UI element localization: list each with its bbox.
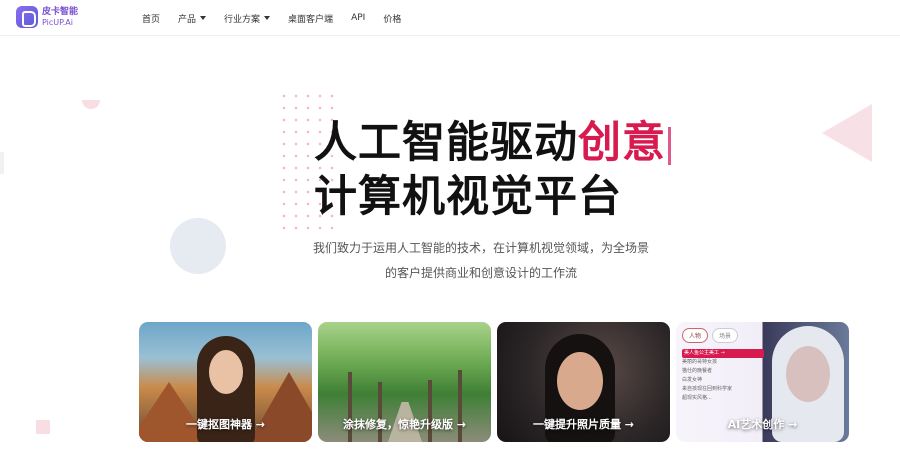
card-ai-art[interactable]: 人物 场景 美人鱼公主美工 → 美丽的哥特女孩 猫仕的晚餐者 白发女神 来自孩现… — [676, 322, 849, 442]
main-nav: 首页 产品 行业方案 桌面客户端 API 价格 — [142, 0, 419, 36]
prompt-item: 白发女神 — [682, 377, 703, 383]
nav-item-api[interactable]: API — [351, 13, 365, 23]
hero-subtitle: 我们致力于运用人工智能的技术，在计算机视觉领域，为全场景 的客户提供商业和创意设… — [312, 241, 649, 280]
decorative-triangle — [822, 104, 872, 162]
card-background-removal[interactable]: 一键抠图神器 → — [139, 322, 312, 442]
chevron-down-icon — [200, 16, 207, 20]
typing-cursor — [668, 126, 671, 165]
prompt-item: 超现实风格... — [682, 395, 712, 401]
brand-name-cn: 皮卡智能 — [42, 6, 79, 17]
nav-item-products[interactable]: 产品 — [178, 12, 207, 25]
prompt-item: 猫仕的晚餐者 — [682, 368, 713, 374]
brand-name-en: PicUP.Ai — [42, 17, 73, 27]
card-photo-enhance[interactable]: 一键提升照片质量 → — [497, 322, 670, 442]
card-label: 一键提升照片质量 → — [532, 418, 635, 431]
hero-title: 人工智能驱动创意 计算机视觉平台 — [314, 116, 671, 224]
tab-scene: 场景 — [712, 328, 739, 343]
decorative-half-circle — [82, 100, 100, 109]
card-label: 涂抹修复，惊艳升级版 → — [342, 418, 467, 431]
nav-item-home[interactable]: 首页 — [142, 12, 160, 25]
card-label: 一键抠图神器 → — [185, 418, 266, 431]
decorative-square — [36, 420, 50, 434]
brand-logo-icon — [16, 6, 38, 28]
card-inpainting[interactable]: 涂抹修复，惊艳升级版 → — [318, 322, 491, 442]
nav-item-pricing[interactable]: 价格 — [383, 12, 401, 25]
hero-title-line1: 人工智能驱动 — [314, 118, 578, 168]
brand-logo[interactable]: 皮卡智能 PicUP.Ai — [16, 6, 78, 28]
feature-cards: 一键抠图神器 → 涂抹修复，惊艳升级版 → 一键提升照片质量 → 人物 场景 美… — [139, 322, 849, 442]
decorative-circle — [170, 218, 226, 274]
prompt-item: 来自孩现在回到科学家 — [682, 386, 733, 392]
card-label: AI艺术创作 → — [727, 418, 798, 431]
chevron-down-icon — [264, 16, 271, 20]
prompt-item: 美人鱼公主美工 → — [682, 349, 764, 358]
prompt-item: 美丽的哥特女孩 — [682, 359, 718, 365]
nav-item-solutions[interactable]: 行业方案 — [224, 12, 271, 25]
top-nav-bar: 皮卡智能 PicUP.Ai 首页 产品 行业方案 桌面客户端 API 价格 — [0, 0, 900, 36]
hero-title-accent: 创意 — [578, 118, 666, 168]
hero-title-line2: 计算机视觉平台 — [314, 172, 622, 222]
prompt-panel: 人物 场景 美人鱼公主美工 → 美丽的哥特女孩 猫仕的晚餐者 白发女神 来自孩现… — [682, 328, 764, 403]
nav-item-desktop-client[interactable]: 桌面客户端 — [288, 12, 333, 25]
decorative-edge-shape — [0, 152, 4, 174]
tab-people: 人物 — [682, 328, 709, 343]
